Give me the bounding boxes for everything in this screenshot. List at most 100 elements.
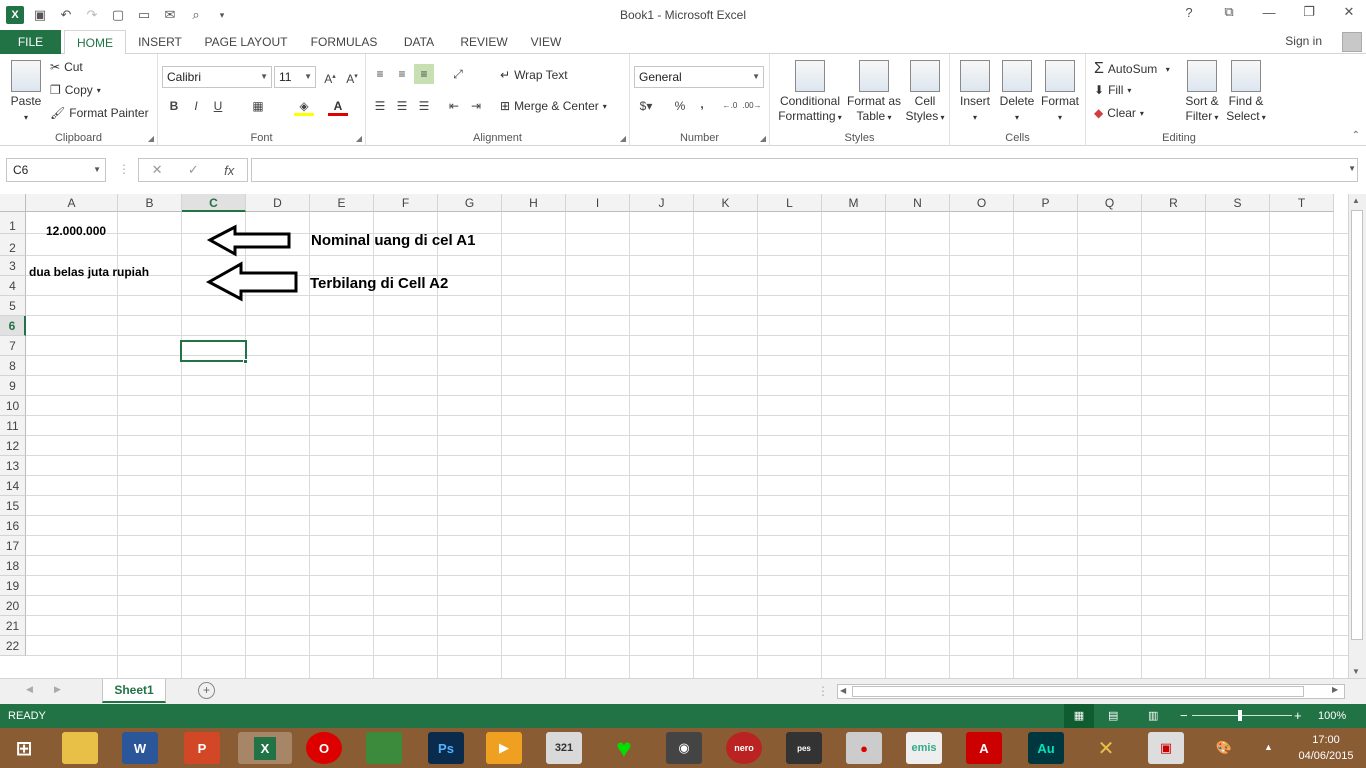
column-header-k[interactable]: K — [694, 194, 758, 212]
row-header-9[interactable]: 9 — [0, 376, 26, 396]
column-header-i[interactable]: I — [566, 194, 630, 212]
align-right-icon[interactable]: ☰ — [414, 96, 434, 116]
merge-center-button[interactable]: ⊞ Merge & Center ▾ — [500, 99, 607, 113]
row-header-6[interactable]: 6 — [0, 316, 26, 336]
row-header-17[interactable]: 17 — [0, 536, 26, 556]
camera-app-icon[interactable]: ◉ — [666, 732, 702, 764]
row-header-3[interactable]: 3 — [0, 256, 26, 276]
font-color-icon[interactable]: A — [328, 96, 348, 116]
scroll-left-icon[interactable]: ◀ — [840, 686, 846, 695]
column-header-f[interactable]: F — [374, 194, 438, 212]
row-header-12[interactable]: 12 — [0, 436, 26, 456]
decrease-decimal-icon[interactable]: .00→ — [742, 96, 762, 116]
row-header-13[interactable]: 13 — [0, 456, 26, 476]
align-left-icon[interactable]: ☰ — [370, 96, 390, 116]
zoom-slider-track[interactable] — [1192, 715, 1292, 716]
clipboard-launcher-icon[interactable]: ◢ — [148, 134, 154, 143]
sort-filter-button[interactable]: Sort & Filter ▾ — [1182, 60, 1222, 125]
next-sheet-icon[interactable]: ▶ — [54, 684, 61, 695]
row-header-14[interactable]: 14 — [0, 476, 26, 496]
column-header-g[interactable]: G — [438, 194, 502, 212]
row-header-2[interactable]: 2 — [0, 234, 26, 256]
zoom-in-icon[interactable]: + — [1294, 708, 1302, 723]
comma-style-button[interactable]: , — [692, 94, 712, 114]
tab-data[interactable]: DATA — [394, 30, 444, 54]
column-header-t[interactable]: T — [1270, 194, 1334, 212]
vertical-scroll-thumb[interactable] — [1351, 210, 1363, 640]
font-name-combo[interactable]: Calibri ▼ — [162, 66, 272, 88]
tab-review[interactable]: REVIEW — [454, 30, 514, 54]
font-launcher-icon[interactable]: ◢ — [356, 134, 362, 143]
row-header-19[interactable]: 19 — [0, 576, 26, 596]
column-header-a[interactable]: A — [26, 194, 118, 212]
clock[interactable]: 17:00 04/06/2015 — [1296, 732, 1356, 764]
column-header-l[interactable]: L — [758, 194, 822, 212]
row-header-22[interactable]: 22 — [0, 636, 26, 656]
alignment-launcher-icon[interactable]: ◢ — [620, 134, 626, 143]
align-center-icon[interactable]: ☰ — [392, 96, 412, 116]
font-size-combo[interactable]: 11 ▼ — [274, 66, 316, 88]
italic-button[interactable]: I — [186, 96, 206, 116]
cell-a2[interactable]: dua belas juta rupiah — [29, 265, 149, 279]
fill-button[interactable]: ⬇ Fill ▾ — [1094, 83, 1131, 97]
scroll-down-icon[interactable]: ▼ — [1352, 667, 1360, 676]
fill-handle[interactable] — [243, 359, 248, 364]
column-header-h[interactable]: H — [502, 194, 566, 212]
column-header-j[interactable]: J — [630, 194, 694, 212]
conditional-formatting-button[interactable]: Conditional Formatting ▾ — [774, 60, 846, 125]
tab-view[interactable]: VIEW — [524, 30, 568, 54]
bold-button[interactable]: B — [164, 96, 184, 116]
normal-view-icon[interactable]: ▦ — [1064, 704, 1094, 728]
column-header-q[interactable]: Q — [1078, 194, 1142, 212]
insert-cells-button[interactable]: Insert ▾ — [954, 60, 996, 125]
orientation-icon[interactable]: ⤢ — [448, 64, 468, 84]
minimize-button[interactable]: — — [1258, 5, 1280, 20]
align-bottom-icon[interactable]: ≡ — [414, 64, 434, 84]
expand-formula-icon[interactable]: ▼ — [1348, 164, 1356, 173]
heart-icon[interactable]: ♥ — [606, 732, 642, 764]
nero-icon[interactable]: nero — [726, 732, 762, 764]
clear-button[interactable]: ◆ Clear ▾ — [1094, 106, 1144, 120]
photoshop-icon[interactable]: Ps — [428, 732, 464, 764]
percent-style-button[interactable]: % — [670, 96, 690, 116]
delete-cells-button[interactable]: Delete ▾ — [996, 60, 1038, 125]
cell-styles-button[interactable]: Cell Styles ▾ — [904, 60, 946, 125]
row-header-15[interactable]: 15 — [0, 496, 26, 516]
start-icon[interactable]: ⊞ — [6, 732, 42, 764]
insert-function-button[interactable]: fx — [224, 163, 234, 178]
scroll-up-icon[interactable]: ▲ — [1352, 196, 1360, 205]
number-launcher-icon[interactable]: ◢ — [760, 134, 766, 143]
help-button[interactable]: ? — [1178, 5, 1200, 20]
split-handle-icon[interactable]: ⋮ — [817, 684, 829, 698]
row-header-21[interactable]: 21 — [0, 616, 26, 636]
sheet-tab-sheet1[interactable]: Sheet1 — [102, 679, 166, 703]
prev-sheet-icon[interactable]: ◀ — [26, 684, 33, 695]
column-header-b[interactable]: B — [118, 194, 182, 212]
zoom-level[interactable]: 100% — [1318, 710, 1346, 722]
screen-record-icon[interactable]: ▣ — [1148, 732, 1184, 764]
horizontal-scroll-thumb[interactable] — [852, 686, 1304, 697]
row-header-4[interactable]: 4 — [0, 276, 26, 296]
restore-button[interactable]: ❐ — [1298, 4, 1320, 20]
scroll-right-icon[interactable]: ▶ — [1332, 685, 1338, 694]
page-layout-view-icon[interactable]: ▤ — [1108, 709, 1118, 722]
close-button[interactable]: ✕ — [1338, 4, 1360, 20]
row-header-8[interactable]: 8 — [0, 356, 26, 376]
pes-galaxy-icon[interactable]: pes — [786, 732, 822, 764]
decrease-indent-icon[interactable]: ⇤ — [444, 96, 464, 116]
row-header-1[interactable]: 1 — [0, 212, 26, 234]
counter-321-icon[interactable]: 321 — [546, 732, 582, 764]
row-header-7[interactable]: 7 — [0, 336, 26, 356]
add-sheet-icon[interactable]: + — [198, 682, 215, 699]
column-header-o[interactable]: O — [950, 194, 1014, 212]
tab-home[interactable]: HOME — [64, 30, 126, 55]
avatar[interactable] — [1342, 32, 1362, 52]
column-header-r[interactable]: R — [1142, 194, 1206, 212]
autosum-button[interactable]: Σ AutoSum ▾ — [1094, 60, 1170, 78]
wrap-text-button[interactable]: ↵ Wrap Text — [500, 68, 568, 82]
zoom-out-icon[interactable]: − — [1180, 708, 1188, 723]
zoom-slider-thumb[interactable] — [1238, 710, 1242, 721]
coreldraw-icon[interactable] — [366, 732, 402, 764]
cancel-formula-button[interactable]: ✕ — [152, 162, 163, 178]
word-icon[interactable]: W — [122, 732, 158, 764]
